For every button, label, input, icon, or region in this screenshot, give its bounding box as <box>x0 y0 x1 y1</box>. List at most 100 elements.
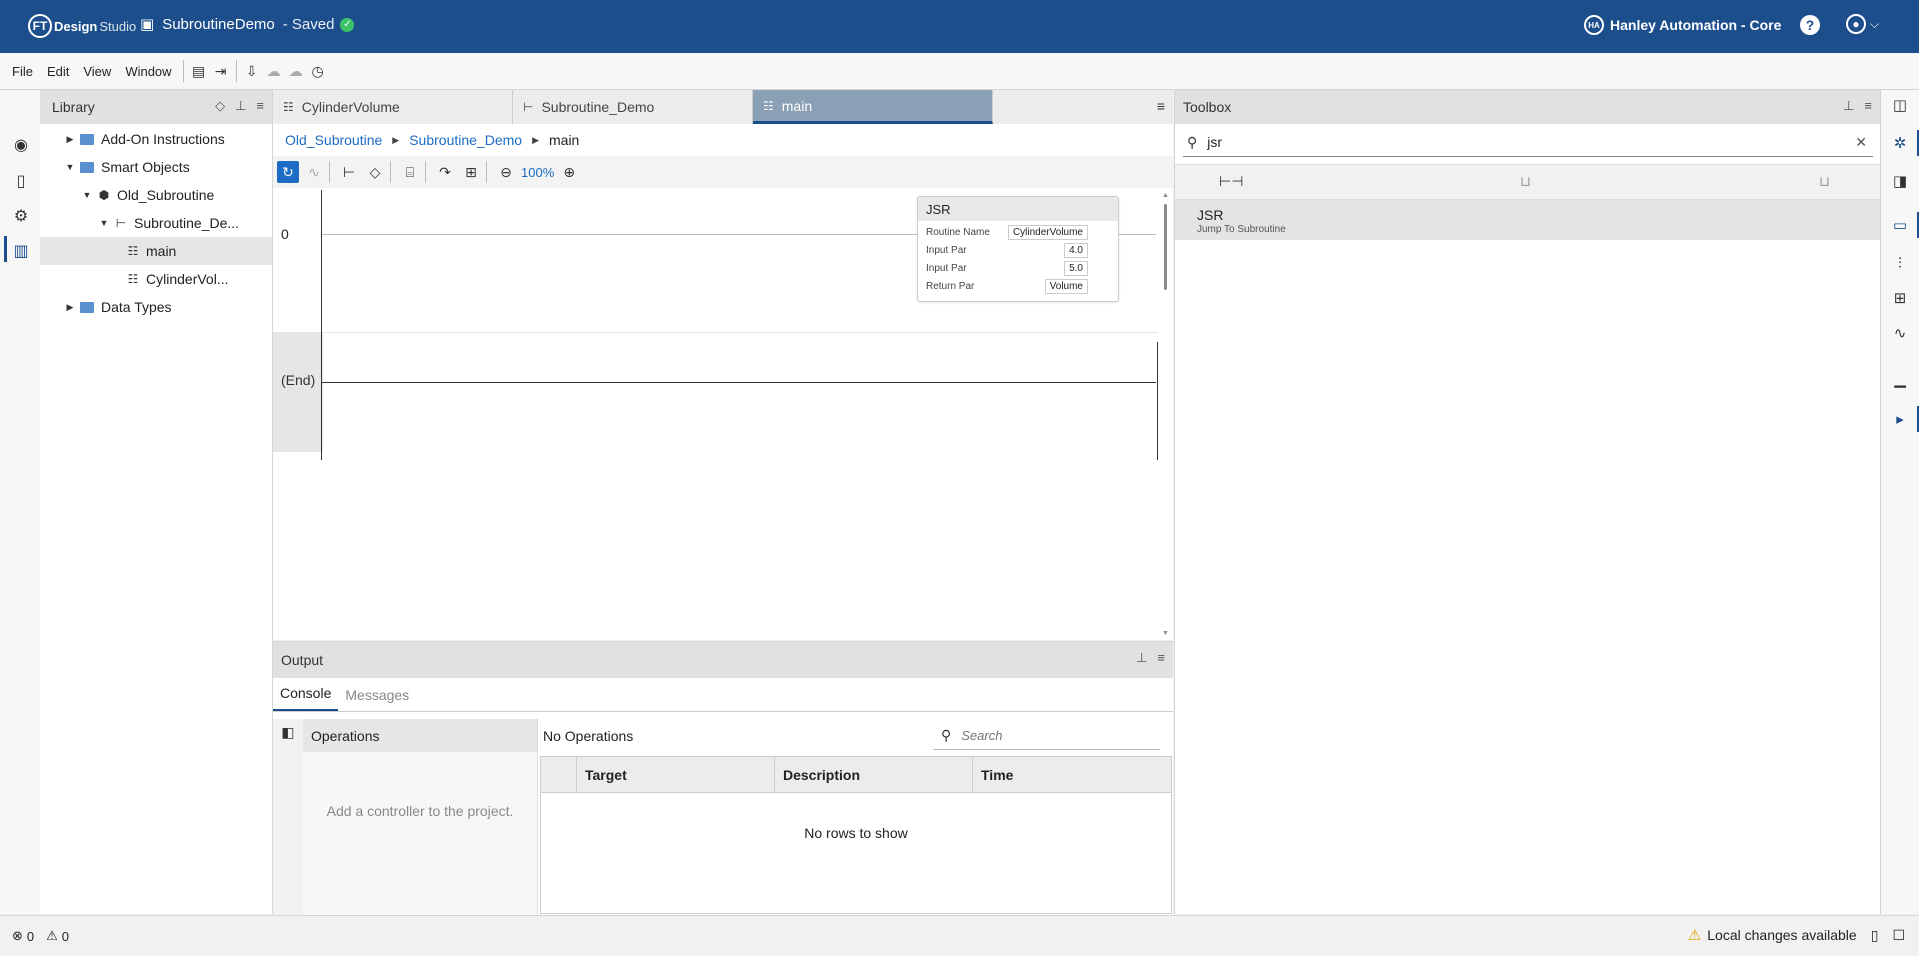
help-button[interactable]: ? <box>1800 15 1820 35</box>
column-time[interactable]: Time <box>973 757 1169 792</box>
output-header: Output ⊥ ≡ <box>273 642 1173 678</box>
code-view-icon[interactable]: ⌸ <box>399 161 421 183</box>
bottom-panel-icon[interactable]: ▁ <box>1889 368 1911 390</box>
rung-number: 0 <box>281 226 289 242</box>
redo-icon[interactable]: ↷ <box>434 161 456 183</box>
insert-icon[interactable]: ⊞ <box>1889 287 1911 309</box>
online-toggle-icon[interactable]: ↻ <box>277 161 299 183</box>
tree-item-label: Subroutine_De... <box>134 215 240 231</box>
scroll-down-icon[interactable]: ▼ <box>1162 630 1169 637</box>
tab-label: main <box>781 97 813 114</box>
panel-menu-icon[interactable]: ≡ <box>1864 98 1872 114</box>
history-icon[interactable]: ◷ <box>307 60 329 82</box>
caret-right-icon[interactable]: ▶ <box>64 302 76 313</box>
local-changes-status[interactable]: ⚠ Local changes available <box>1688 926 1857 944</box>
toolbox-search-input[interactable] <box>1205 133 1830 151</box>
tree-item-subroutine-demo[interactable]: ▼ ⊢ Subroutine_De... <box>40 209 272 237</box>
toggle-panel-icon[interactable]: ◨ <box>1889 170 1911 192</box>
zoom-out-icon[interactable]: ⊖ <box>495 161 517 183</box>
pin-icon[interactable]: ⊥ <box>1136 650 1147 666</box>
status-bar: ⊗ 0 ⚠ 0 ⚠ Local changes available ▯ ☐ <box>0 915 1919 956</box>
user-menu[interactable]: ● ⌵ <box>1846 14 1879 34</box>
jsr-routine-name-value[interactable]: CylinderVolume <box>1007 225 1088 240</box>
settings-document-icon[interactable]: ⚙ <box>10 205 32 227</box>
pin-icon[interactable]: ⊥ <box>235 98 246 114</box>
category-branch-level-icon[interactable]: ⊔ <box>1819 173 1830 190</box>
breadcrumb-old-subroutine[interactable]: Old_Subroutine <box>285 132 382 148</box>
tab-messages[interactable]: Messages <box>338 687 416 711</box>
collapse-panel-icon[interactable]: ◧ <box>277 721 299 743</box>
trend-icon[interactable]: ∿ <box>1889 322 1911 344</box>
export-icon[interactable]: ⇥ <box>210 60 232 82</box>
tree-item-smart-objects[interactable]: ▼ Smart Objects <box>40 153 272 181</box>
app-logo[interactable]: FT Design Studio <box>28 13 136 39</box>
menu-view[interactable]: View <box>76 64 118 79</box>
download-folder-icon[interactable]: ⇩ <box>241 60 263 82</box>
tag-icon[interactable]: ◇ <box>364 161 386 183</box>
controller-organizer-icon[interactable]: ◉ <box>10 134 32 156</box>
operations-search-input[interactable] <box>959 726 1144 744</box>
panel-menu-icon[interactable]: ≡ <box>1157 650 1165 666</box>
toolbox-item-jsr[interactable]: JSR Jump To Subroutine <box>1175 200 1880 240</box>
scrollbar-thumb[interactable] <box>1164 204 1167 290</box>
panel-menu-icon[interactable]: ≡ <box>256 98 264 114</box>
cloud-download-icon[interactable]: ☁ <box>285 60 307 82</box>
library-icon[interactable]: ▥ <box>10 240 32 262</box>
operations-table: Target Description Time No rows to show <box>540 756 1172 914</box>
organization-selector[interactable]: HA Hanley Automation - Core <box>1584 15 1781 35</box>
maximize-icon[interactable]: ☐ <box>1892 927 1905 944</box>
clear-search-icon[interactable]: ✕ <box>1855 134 1867 151</box>
tree-item-data-types[interactable]: ▶ Data Types <box>40 293 272 321</box>
add-rung-icon[interactable]: ⊢ <box>338 161 360 183</box>
error-count[interactable]: ⊗ 0 <box>12 928 34 944</box>
jsr-instruction-block[interactable]: JSR Routine Name CylinderVolume Input Pa… <box>917 196 1119 302</box>
device-status-icon[interactable]: ▯ <box>1871 927 1879 944</box>
terminal-icon[interactable]: ▸ <box>1889 408 1911 430</box>
breadcrumb-subroutine-demo[interactable]: Subroutine_Demo <box>409 132 522 148</box>
scroll-up-icon[interactable]: ▲ <box>1162 192 1169 199</box>
tree-item-old-subroutine[interactable]: ▼ ⬢ Old_Subroutine <box>40 181 272 209</box>
pin-icon[interactable]: ⊥ <box>1843 98 1854 114</box>
editor-tabs: ☷ CylinderVolume ⊢ Subroutine_Demo ☷ mai… <box>273 90 1173 124</box>
menu-window[interactable]: Window <box>118 64 178 79</box>
tab-cylindervolume[interactable]: ☷ CylinderVolume <box>273 90 513 124</box>
jsr-input-par-value[interactable]: 4.0 <box>1064 243 1088 258</box>
properties-panel-icon[interactable]: ◫ <box>1889 94 1911 116</box>
zoom-in-icon[interactable]: ⊕ <box>558 161 580 183</box>
toolbox-title: Toolbox <box>1183 99 1232 115</box>
toolbox-icon[interactable]: ▭ <box>1889 214 1911 236</box>
sliders-icon[interactable]: ⫶ <box>1889 252 1911 274</box>
category-rung-icon[interactable]: ⊢⊣ <box>1219 173 1243 190</box>
end-rung-wire <box>322 382 1156 383</box>
insert-element-icon[interactable]: ⊞ <box>460 161 482 183</box>
table-select-column[interactable] <box>541 757 577 792</box>
waveform-icon[interactable]: ∿ <box>303 161 325 183</box>
column-target[interactable]: Target <box>577 757 775 792</box>
category-branch-icon[interactable]: ⊔ <box>1520 173 1531 190</box>
tabs-menu-icon[interactable]: ≡ <box>1157 98 1165 114</box>
tab-subroutine-demo[interactable]: ⊢ Subroutine_Demo <box>513 90 753 124</box>
folder-icon <box>80 161 94 173</box>
tab-main[interactable]: ☷ main <box>753 90 993 124</box>
menu-file[interactable]: File <box>5 64 40 79</box>
caret-down-icon[interactable]: ▼ <box>81 190 93 200</box>
jsr-return-par-value[interactable]: Volume <box>1044 279 1088 294</box>
new-document-icon[interactable]: ▤ <box>188 60 210 82</box>
tag-icon[interactable]: ◇ <box>215 98 225 114</box>
menu-edit[interactable]: Edit <box>40 64 76 79</box>
cloud-upload-icon[interactable]: ☁ <box>263 60 285 82</box>
tab-label: CylinderVolume <box>301 99 400 115</box>
jsr-input-par-value[interactable]: 5.0 <box>1064 261 1088 276</box>
tab-console[interactable]: Console <box>273 685 339 711</box>
navigator-icon[interactable]: ✲ <box>1889 132 1911 154</box>
caret-down-icon[interactable]: ▼ <box>98 218 110 228</box>
caret-right-icon[interactable]: ▶ <box>64 134 76 145</box>
caret-down-icon[interactable]: ▼ <box>64 162 76 172</box>
column-description[interactable]: Description <box>775 757 973 792</box>
warning-count[interactable]: ⚠ 0 <box>46 928 69 944</box>
editor-scrollbar[interactable]: ▲ ▼ <box>1162 192 1170 642</box>
tree-item-main[interactable]: ☷ main <box>40 237 272 265</box>
device-icon[interactable]: ▯ <box>10 170 32 192</box>
tree-item-cylindervolume[interactable]: ☷ CylinderVol... <box>40 265 272 293</box>
tree-item-add-on-instructions[interactable]: ▶ Add-On Instructions <box>40 125 272 153</box>
